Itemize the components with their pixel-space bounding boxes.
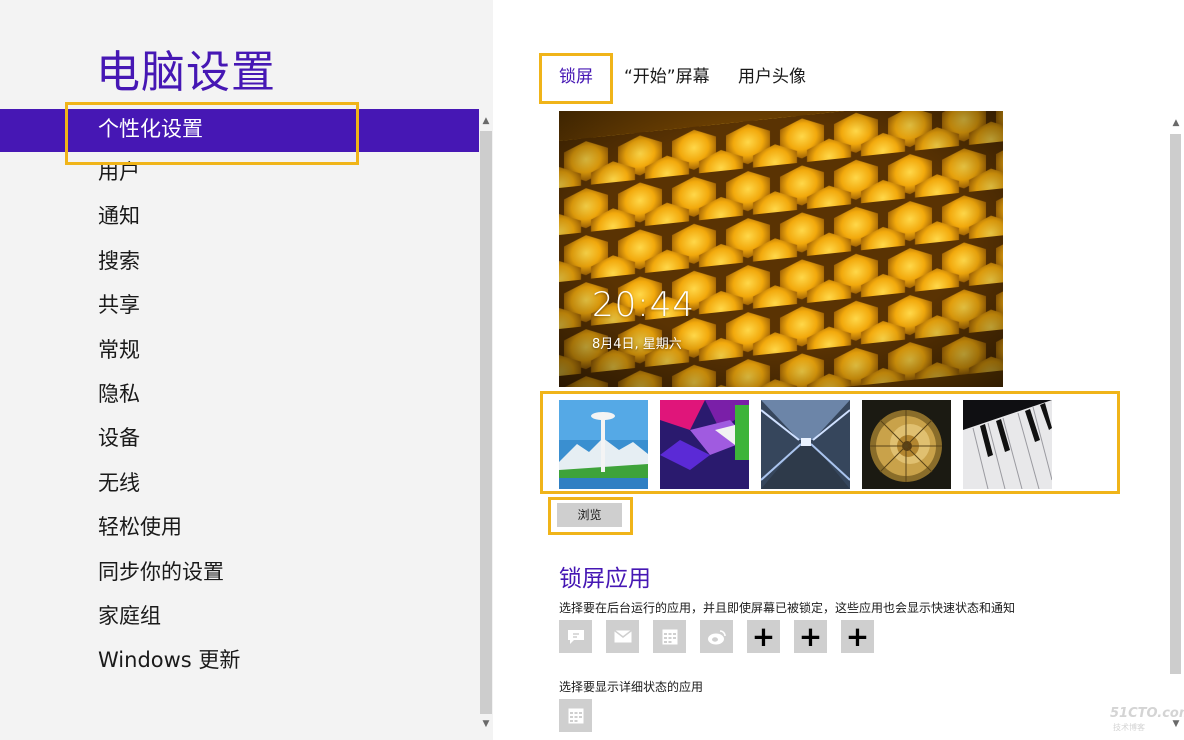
add-icon: + <box>798 620 823 653</box>
calendar-icon[interactable] <box>653 620 686 653</box>
detail-status-description: 选择要显示详细状态的应用 <box>559 680 704 694</box>
piano-keys-image[interactable] <box>963 400 1052 489</box>
nautilus-shell-image[interactable] <box>862 400 951 489</box>
lock-screen-preview: 20:44 8月4日, 星期六 <box>559 111 1003 387</box>
nav-list: 个性化设置 用户 通知 搜索 共享 常规 隐私 设备 无线 轻松使用 同步你的设… <box>0 109 480 685</box>
scroll-up-icon[interactable]: ▲ <box>1169 115 1183 131</box>
lock-screen-time: 20:44 <box>592 285 695 325</box>
watermark-subtitle: 技术博客 <box>1113 723 1145 732</box>
add-app-slot-1[interactable]: + <box>747 620 780 653</box>
browse-button[interactable]: 浏览 <box>557 503 622 527</box>
sidebar-item-wireless[interactable]: 无线 <box>0 463 480 507</box>
weibo-icon[interactable] <box>700 620 733 653</box>
sidebar-item-share[interactable]: 共享 <box>0 285 480 329</box>
sidebar-item-windows-update[interactable]: Windows 更新 <box>0 640 480 684</box>
sidebar-scrollbar[interactable]: ▲ ▼ <box>479 109 493 740</box>
tunnel-lights-image[interactable] <box>761 400 850 489</box>
settings-sidebar: 电脑设置 个性化设置 用户 通知 搜索 共享 常规 隐私 设备 无线 轻松使用 … <box>0 0 493 740</box>
page-title: 电脑设置 <box>96 47 276 98</box>
lock-apps-description: 选择要在后台运行的应用，并且即使屏幕已被锁定，这些应用也会显示快速状态和通知 <box>559 601 1016 615</box>
lock-screen-date: 8月4日, 星期六 <box>592 337 682 352</box>
add-icon: + <box>751 620 776 653</box>
lock-apps-title: 锁屏应用 <box>559 566 651 592</box>
tab-account-picture[interactable]: 用户头像 <box>738 62 806 87</box>
sidebar-item-personalize[interactable]: 个性化设置 <box>0 109 480 152</box>
tab-lock-screen[interactable]: 锁屏 <box>559 62 593 87</box>
sidebar-item-devices[interactable]: 设备 <box>0 418 480 462</box>
messaging-icon[interactable] <box>559 620 592 653</box>
scrollbar-thumb[interactable] <box>480 131 492 714</box>
add-icon: + <box>845 620 870 653</box>
sidebar-item-search[interactable]: 搜索 <box>0 241 480 285</box>
sidebar-item-homegroup[interactable]: 家庭组 <box>0 596 480 640</box>
content-scrollbar[interactable]: ▲ ▼ <box>1169 111 1182 740</box>
tab-start-screen[interactable]: “开始”屏幕 <box>624 62 710 87</box>
sidebar-item-general[interactable]: 常规 <box>0 330 480 374</box>
watermark-logo: 51CTO.com <box>1110 706 1184 721</box>
sidebar-item-sync-settings[interactable]: 同步你的设置 <box>0 552 480 596</box>
detail-status-calendar-icon[interactable] <box>559 699 592 732</box>
sidebar-item-notifications[interactable]: 通知 <box>0 196 480 240</box>
add-app-slot-3[interactable]: + <box>841 620 874 653</box>
sidebar-item-users[interactable]: 用户 <box>0 152 480 196</box>
sidebar-item-ease-of-access[interactable]: 轻松使用 <box>0 507 480 551</box>
scrollbar-thumb[interactable] <box>1170 134 1181 674</box>
add-app-slot-2[interactable]: + <box>794 620 827 653</box>
mail-icon[interactable] <box>606 620 639 653</box>
seattle-space-needle-image[interactable] <box>559 400 648 489</box>
colorful-geometric-image[interactable] <box>660 400 749 489</box>
sidebar-item-privacy[interactable]: 隐私 <box>0 374 480 418</box>
scroll-down-icon[interactable]: ▼ <box>479 716 493 732</box>
scroll-up-icon[interactable]: ▲ <box>479 113 493 129</box>
